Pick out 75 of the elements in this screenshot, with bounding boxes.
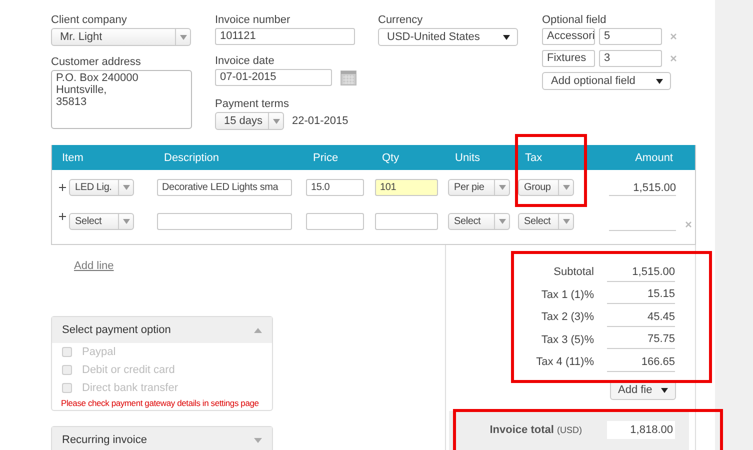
date-field[interactable]: 07-01-2015: [215, 69, 332, 86]
item-select[interactable]: LED Lig.: [69, 178, 134, 196]
field-name-input[interactable]: Fixtures: [542, 50, 595, 67]
tax-select[interactable]: Group: [518, 178, 574, 196]
close-icon[interactable]: [685, 221, 692, 228]
add-line-link[interactable]: Add line: [74, 260, 114, 272]
close-icon[interactable]: [670, 33, 677, 40]
caret-icon: [180, 34, 186, 40]
field-label: Customer address: [51, 56, 141, 69]
qty-input[interactable]: [375, 213, 438, 230]
column-header: Qty: [381, 152, 400, 164]
column-header: Units: [454, 152, 482, 164]
caret-icon: [562, 219, 570, 224]
field-label: Payment terms: [215, 98, 289, 111]
caret-icon[interactable]: [254, 438, 262, 442]
invoice-total-value: 1,818.00: [607, 421, 675, 440]
total-label: Tax 1 (1)%: [540, 288, 594, 301]
terms-select[interactable]: 15 days: [215, 112, 284, 130]
column-header: Description: [163, 152, 220, 164]
client-select[interactable]: Mr. Light: [51, 28, 191, 46]
total-label: Tax 3 (5)%: [540, 334, 594, 346]
field-value-input[interactable]: 5: [599, 28, 662, 45]
field-label: Currency: [378, 14, 423, 27]
caret-icon: [122, 219, 130, 224]
caret-icon: [272, 118, 280, 124]
column-header: Tax: [524, 152, 544, 164]
invoice-total-label: Invoice total (USD): [488, 424, 582, 436]
field-label: Invoice number: [215, 14, 290, 27]
address-field[interactable]: P.O. Box 240000 Huntsville, 35813: [51, 70, 192, 129]
close-icon[interactable]: [670, 55, 677, 62]
item-select[interactable]: Select: [69, 213, 134, 230]
description-input[interactable]: [157, 213, 292, 230]
total-value: 166.65: [607, 352, 675, 372]
price-input[interactable]: [306, 213, 364, 230]
option-label: Debit or credit card: [82, 364, 175, 376]
units-select[interactable]: Select: [448, 213, 510, 230]
calendar-icon[interactable]: [340, 69, 357, 86]
column-header: Amount: [634, 152, 674, 164]
caret-icon: [498, 184, 506, 190]
total-value: 75.75: [607, 330, 675, 350]
field-label: Optional field: [542, 14, 606, 27]
column-header: Price: [312, 152, 340, 164]
total-value: 15.15: [607, 285, 675, 304]
total-value: 45.45: [607, 308, 675, 327]
total-label: Subtotal: [552, 266, 594, 278]
caret-icon: [562, 184, 570, 190]
caret-icon[interactable]: [254, 328, 262, 332]
total-label: Tax 2 (3)%: [540, 311, 594, 324]
caret-icon: [498, 219, 506, 224]
option-label: Paypal: [82, 346, 116, 358]
field-value-input[interactable]: 3: [599, 50, 662, 67]
add-optional-field-select[interactable]: Add optional field: [542, 72, 671, 90]
total-value: 1,515.00: [607, 262, 675, 282]
amount-field: 1,515.00: [609, 178, 676, 196]
caret-icon: [122, 184, 130, 190]
field-label: Client company: [51, 14, 127, 27]
caret-icon: [661, 388, 668, 393]
option-label: Direct bank transfer: [82, 382, 178, 394]
plus-icon[interactable]: [56, 213, 66, 220]
units-select[interactable]: Per pie: [448, 178, 510, 196]
field-label: Invoice date: [215, 55, 274, 68]
field-name-input[interactable]: Accessori: [542, 28, 595, 45]
total-label: Tax 4 (11)%: [535, 356, 594, 368]
due-date: 22-01-2015: [292, 115, 348, 127]
input-field[interactable]: 101121: [215, 28, 355, 45]
description-input[interactable]: Decorative LED Lights sma: [157, 178, 292, 196]
price-input[interactable]: 15.0: [306, 178, 364, 196]
column-header: Item: [61, 152, 84, 164]
caret-icon: [503, 34, 510, 40]
warning-text: Please check payment gateway details in settings page: [60, 398, 260, 408]
plus-icon[interactable]: [56, 184, 66, 190]
currency-select[interactable]: USD-United States: [378, 28, 518, 46]
qty-input[interactable]: 101: [375, 178, 438, 196]
tax-select[interactable]: Select: [518, 213, 574, 230]
caret-icon: [656, 78, 663, 84]
